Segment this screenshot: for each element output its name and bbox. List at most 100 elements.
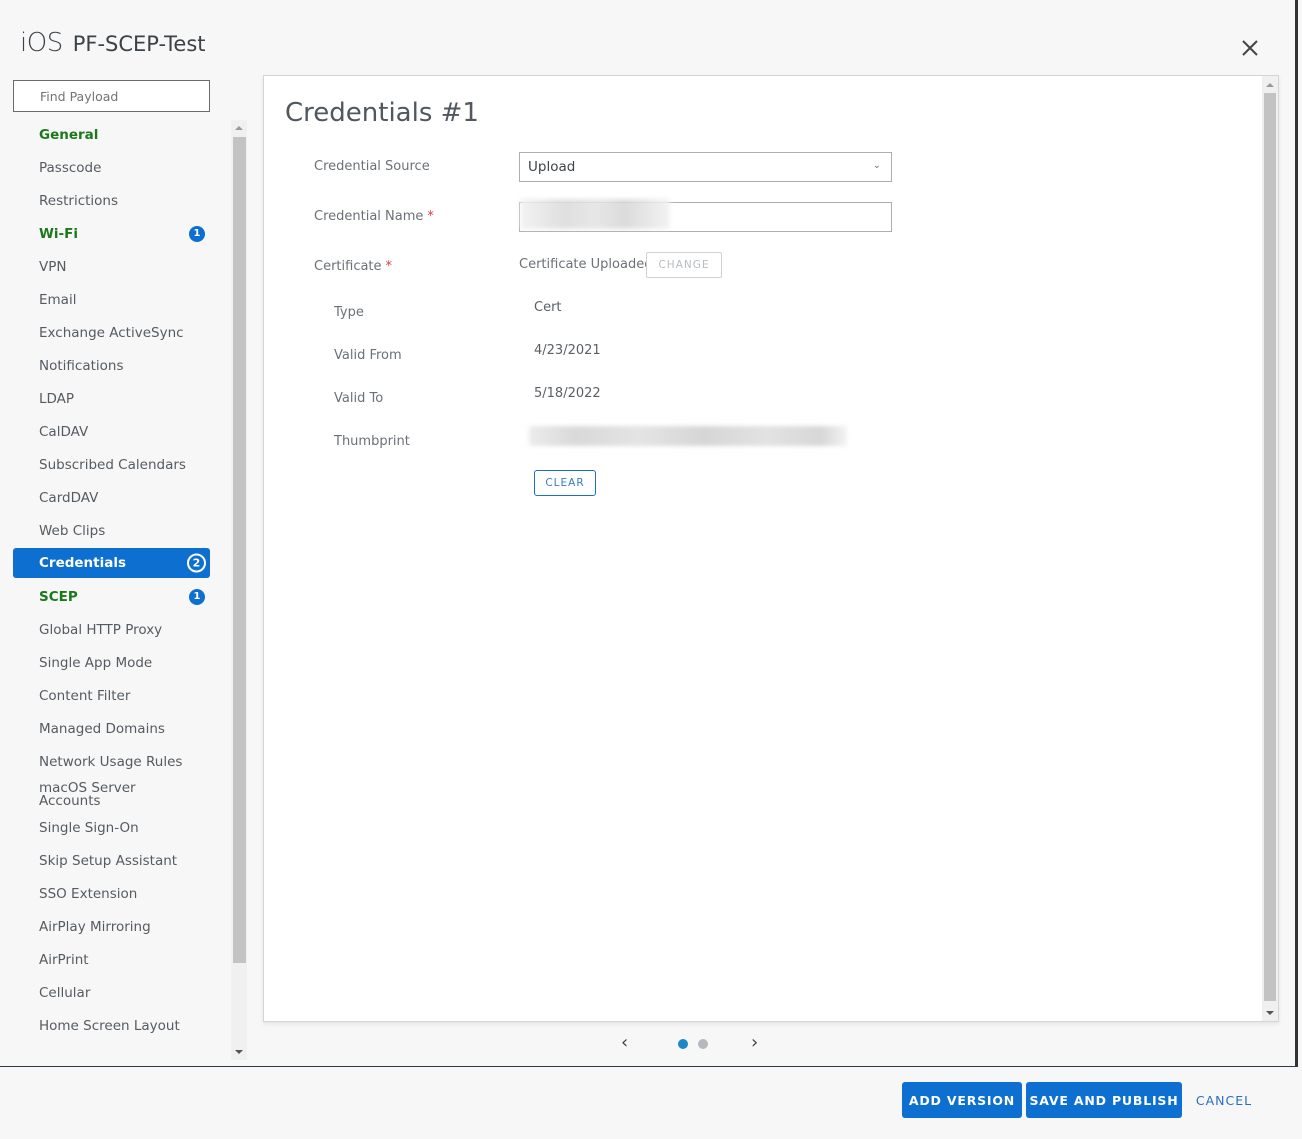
payload-pager: ‹ › [615, 1032, 775, 1056]
sidebar-item-sso-extension[interactable]: SSO Extension [13, 877, 210, 910]
credential-source-label: Credential Source [314, 159, 430, 174]
sidebar-item-label: Single Sign-On [39, 819, 139, 836]
find-payload-input[interactable] [13, 80, 210, 112]
sidebar-item-single-sign-on[interactable]: Single Sign-On [13, 811, 210, 844]
cancel-button[interactable]: CANCEL [1190, 1082, 1258, 1118]
sidebar-item-subscribed-calendars[interactable]: Subscribed Calendars [13, 448, 210, 481]
panel-scroll-thumb[interactable] [1264, 93, 1276, 1001]
certificate-label-text: Certificate [314, 259, 382, 274]
sidebar-item-label: CalDAV [39, 423, 89, 440]
sidebar-item-label: Managed Domains [39, 720, 165, 737]
sidebar-item-label: Email [39, 291, 77, 308]
sidebar-item-credentials[interactable]: Credentials 2 [13, 548, 210, 578]
credential-source-value: Upload [528, 159, 576, 175]
profile-name: PF-SCEP-Test [72, 32, 206, 56]
sidebar-item-managed-domains[interactable]: Managed Domains [13, 712, 210, 745]
add-version-button[interactable]: ADD VERSION [902, 1082, 1022, 1118]
payload-count-badge: 1 [189, 588, 205, 605]
sidebar-item-cellular[interactable]: Cellular [13, 976, 210, 1009]
sidebar-item-label: CardDAV [39, 489, 99, 506]
sidebar-item-restrictions[interactable]: Restrictions [13, 184, 210, 217]
valid-from-value: 4/23/2021 [534, 343, 601, 358]
valid-from-label: Valid From [334, 348, 402, 363]
sidebar-item-content-filter[interactable]: Content Filter [13, 679, 210, 712]
sidebar-item-label: LDAP [39, 390, 75, 407]
sidebar-item-label: Home Screen Layout [39, 1017, 180, 1034]
certificate-label: Certificate * [314, 259, 392, 274]
sidebar-scrollbar[interactable] [231, 120, 247, 1060]
sidebar-item-vpn[interactable]: VPN [13, 250, 210, 283]
sidebar-item-macos-server-accounts[interactable]: macOS Server Accounts [13, 778, 210, 811]
sidebar-item-label: General [39, 126, 99, 143]
sidebar-item-label: Web Clips [39, 522, 106, 539]
required-asterisk: * [427, 209, 434, 224]
sidebar-item-network-usage-rules[interactable]: Network Usage Rules [13, 745, 210, 778]
sidebar-item-single-app-mode[interactable]: Single App Mode [13, 646, 210, 679]
clear-certificate-button[interactable]: CLEAR [534, 470, 596, 496]
profile-editor-modal: iOS PF-SCEP-Test General Passcode Restrict… [0, 0, 1298, 1139]
sidebar-scroll-thumb[interactable] [233, 137, 246, 963]
change-certificate-button[interactable]: CHANGE [646, 252, 722, 278]
sidebar-item-label: VPN [39, 258, 67, 275]
sidebar-item-airplay-mirroring[interactable]: AirPlay Mirroring [13, 910, 210, 943]
sidebar-item-general[interactable]: General [13, 118, 210, 151]
sidebar-item-email[interactable]: Email [13, 283, 210, 316]
sidebar-item-label: Single App Mode [39, 654, 153, 671]
sidebar-item-label: Skip Setup Assistant [39, 852, 178, 869]
sidebar-item-exchange-activesync[interactable]: Exchange ActiveSync [13, 316, 210, 349]
scroll-up-icon[interactable] [1266, 83, 1274, 87]
sidebar-item-label: AirPlay Mirroring [39, 918, 151, 935]
required-asterisk: * [385, 259, 393, 274]
sidebar-item-web-clips[interactable]: Web Clips [13, 514, 210, 547]
save-and-publish-button[interactable]: SAVE AND PUBLISH [1026, 1082, 1182, 1118]
platform-label: iOS [20, 28, 63, 58]
valid-to-value: 5/18/2022 [534, 386, 601, 401]
credential-source-select[interactable]: Upload ⌄ [519, 152, 892, 182]
sidebar-item-ldap[interactable]: LDAP [13, 382, 210, 415]
modal-footer: ADD VERSION SAVE AND PUBLISH CANCEL [0, 1066, 1298, 1139]
sidebar-item-label: Content Filter [39, 687, 131, 704]
thumbprint-label: Thumbprint [334, 434, 410, 449]
panel-scrollbar[interactable] [1262, 76, 1278, 1021]
modal-title: iOS PF-SCEP-Test [20, 28, 206, 58]
sidebar-item-wi-fi[interactable]: Wi-Fi 1 [13, 217, 210, 250]
sidebar-item-label: Passcode [39, 159, 102, 176]
sidebar-item-global-http-proxy[interactable]: Global HTTP Proxy [13, 613, 210, 646]
payload-sidebar: General Passcode Restrictions Wi-Fi 1 VPN Emai… [13, 118, 210, 1060]
close-button[interactable] [1238, 36, 1262, 60]
close-icon [1242, 40, 1258, 56]
sidebar-item-caldav[interactable]: CalDAV [13, 415, 210, 448]
sidebar-item-label: Wi-Fi [39, 225, 78, 242]
sidebar-item-label: Exchange ActiveSync [39, 324, 184, 341]
sidebar-item-label: Network Usage Rules [39, 753, 183, 770]
scroll-down-icon[interactable] [235, 1050, 243, 1054]
sidebar-item-skip-setup-assistant[interactable]: Skip Setup Assistant [13, 844, 210, 877]
page-dot-1[interactable] [678, 1039, 688, 1049]
sidebar-item-passcode[interactable]: Passcode [13, 151, 210, 184]
certificate-status: Certificate Uploaded [519, 257, 653, 272]
scroll-down-icon[interactable] [1266, 1011, 1274, 1015]
scroll-up-icon[interactable] [235, 126, 243, 130]
sidebar-item-airprint[interactable]: AirPrint [13, 943, 210, 976]
sidebar-item-label: Notifications [39, 357, 124, 374]
sidebar-item-label: Restrictions [39, 192, 119, 209]
sidebar-item-label: Credentials [39, 555, 127, 571]
payload-title: Credentials #1 [285, 98, 479, 128]
page-dot-2[interactable] [698, 1039, 708, 1049]
sidebar-item-label: AirPrint [39, 951, 89, 968]
redacted-thumbprint [529, 426, 847, 446]
credential-name-label-text: Credential Name [314, 209, 424, 224]
payload-count-badge: 1 [189, 225, 205, 242]
redacted-credential-name [520, 199, 670, 229]
sidebar-item-scep[interactable]: SCEP 1 [13, 580, 210, 613]
chevron-left-icon[interactable]: ‹ [621, 1032, 628, 1053]
chevron-right-icon[interactable]: › [751, 1032, 758, 1053]
type-label: Type [334, 305, 364, 320]
sidebar-item-home-screen-layout[interactable]: Home Screen Layout [13, 1009, 210, 1042]
type-value: Cert [534, 300, 562, 315]
sidebar-item-notifications[interactable]: Notifications [13, 349, 210, 382]
credential-name-input[interactable] [519, 199, 892, 232]
sidebar-item-carddav[interactable]: CardDAV [13, 481, 210, 514]
sidebar-item-label: SSO Extension [39, 885, 138, 902]
sidebar-item-label: macOS Server Accounts [39, 779, 136, 809]
